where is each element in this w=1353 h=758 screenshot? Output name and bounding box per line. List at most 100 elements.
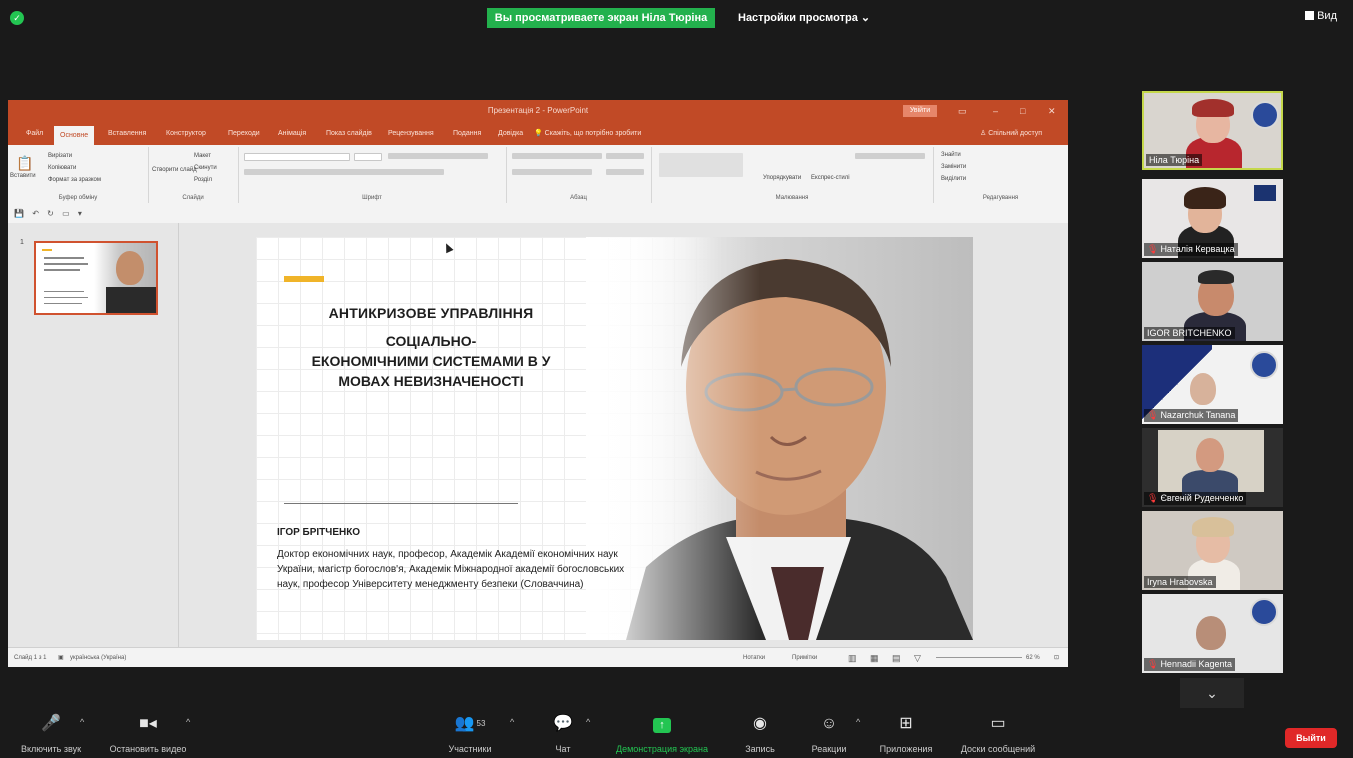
participant-name-text: Nazarchuk Tanana: [1160, 410, 1236, 420]
save-icon[interactable]: 💾: [14, 209, 24, 218]
slide-author-bio[interactable]: Доктор економічних наук, професор, Акаде…: [277, 547, 637, 592]
select-button[interactable]: Виділити: [941, 176, 966, 182]
tab-file[interactable]: Файл: [26, 122, 43, 145]
tab-animations[interactable]: Анімація: [278, 122, 306, 145]
new-slide-button[interactable]: Створити слайд: [152, 167, 197, 173]
maximize-icon[interactable]: □: [1020, 100, 1025, 122]
layout-button[interactable]: Макет: [194, 153, 211, 159]
share-button[interactable]: ♙ Спільний доступ: [980, 122, 1042, 145]
view-button[interactable]: Вид: [1305, 10, 1337, 22]
whiteboard-icon: ▭: [990, 715, 1006, 732]
slide-author-name[interactable]: ІГОР БРІТЧЕНКО: [277, 527, 360, 538]
quick-styles-button[interactable]: Експрес-стилі: [811, 175, 850, 181]
tab-insert[interactable]: Вставлення: [108, 122, 146, 145]
participant-tile[interactable]: Ніла Тюріна: [1142, 91, 1283, 170]
redo-icon[interactable]: ↻: [47, 209, 54, 218]
tab-design[interactable]: Конструктор: [166, 122, 206, 145]
undo-icon[interactable]: ↶: [32, 209, 39, 218]
tab-slideshow[interactable]: Показ слайдів: [326, 122, 372, 145]
caret-up-icon[interactable]: ^: [510, 717, 514, 727]
shape-fill-controls[interactable]: [855, 153, 925, 159]
format-painter-button[interactable]: Формат за зразком: [48, 177, 101, 183]
font-format-controls[interactable]: [244, 169, 444, 175]
text-direction-controls[interactable]: [606, 153, 644, 159]
zoom-slider[interactable]: [936, 657, 1022, 658]
comments-button[interactable]: Примітки: [792, 648, 817, 667]
paste-icon[interactable]: 📋: [16, 155, 33, 172]
align-text-controls[interactable]: [606, 169, 644, 175]
notes-button[interactable]: Нотатки: [743, 648, 765, 667]
participant-tile[interactable]: Iryna Hrabovska: [1142, 511, 1283, 590]
tab-review[interactable]: Рецензування: [388, 122, 434, 145]
slide-title-line[interactable]: СОЦІАЛЬНО-: [256, 333, 606, 349]
spellcheck-icon[interactable]: ▣: [58, 648, 64, 667]
section-button[interactable]: Розділ: [194, 177, 212, 183]
slideshow-icon[interactable]: ▽: [914, 648, 921, 667]
unmute-button[interactable]: 🎤 ^ Включить звук: [6, 712, 96, 758]
slide-sorter-icon[interactable]: ▦: [870, 648, 879, 667]
close-icon[interactable]: ✕: [1048, 100, 1056, 122]
minimize-icon[interactable]: –: [993, 100, 998, 122]
reactions-button[interactable]: ☺ ^ Реакции: [806, 712, 861, 758]
record-button[interactable]: ◉ Запись: [738, 712, 782, 758]
arrange-button[interactable]: Упорядкувати: [763, 175, 801, 181]
tab-help[interactable]: Довідка: [498, 122, 523, 145]
caret-up-icon[interactable]: ^: [186, 717, 190, 727]
font-size-controls[interactable]: [388, 153, 488, 159]
encryption-shield-icon[interactable]: ✓: [10, 11, 24, 25]
list-controls[interactable]: [512, 153, 602, 159]
university-logo-icon: [1251, 101, 1279, 129]
tab-home[interactable]: Основне: [54, 126, 95, 145]
alignment-controls[interactable]: [512, 169, 592, 175]
ribbon-options-icon[interactable]: ▭: [958, 100, 967, 122]
zoom-level[interactable]: 62 %: [1026, 648, 1040, 667]
share-screen-label: Демонстрация экрана: [616, 744, 708, 754]
reading-view-icon[interactable]: ▤: [892, 648, 901, 667]
tab-view[interactable]: Подання: [453, 122, 481, 145]
find-button[interactable]: Знайти: [941, 152, 961, 158]
university-logo-icon: [1250, 351, 1278, 379]
chevron-down-icon[interactable]: ⌄: [1180, 678, 1244, 708]
participant-hair: [1184, 187, 1226, 209]
leave-meeting-button[interactable]: Выйти: [1285, 728, 1337, 748]
share-screen-button[interactable]: ↑ Демонстрация экрана: [606, 712, 718, 758]
paste-button[interactable]: Вставити: [10, 173, 36, 179]
slide-title-line[interactable]: ЕКОНОМІЧНИМИ СИСТЕМАМИ В У: [256, 353, 606, 369]
replace-button[interactable]: Замінити: [941, 164, 966, 170]
participant-tile[interactable]: IGOR BRITCHENKO: [1142, 262, 1283, 341]
slide-title-line[interactable]: АНТИКРИЗОВЕ УПРАВЛІННЯ: [256, 305, 606, 321]
fit-to-window-icon[interactable]: ⊡: [1054, 648, 1059, 667]
apps-button[interactable]: ⊞ Приложения: [872, 712, 940, 758]
participant-tile[interactable]: 🎙 Наталія Кервацка: [1142, 179, 1283, 258]
tab-transitions[interactable]: Переходи: [228, 122, 260, 145]
share-screen-icon: ↑: [606, 712, 718, 736]
copy-button[interactable]: Копіювати: [48, 165, 76, 171]
font-size-select[interactable]: [354, 153, 382, 161]
caret-up-icon[interactable]: ^: [586, 717, 590, 727]
tell-me-search[interactable]: 💡 Скажіть, що потрібно зробити: [534, 122, 641, 145]
shapes-gallery[interactable]: [659, 153, 743, 177]
language-indicator[interactable]: українська (Україна): [70, 648, 126, 667]
font-family-select[interactable]: [244, 153, 350, 161]
presenter-icon[interactable]: ▭: [62, 209, 70, 218]
cut-button[interactable]: Вирізати: [48, 153, 72, 159]
sign-in-button[interactable]: Увійти: [903, 105, 937, 117]
reset-button[interactable]: Скинути: [194, 165, 217, 171]
chat-button[interactable]: 💬 ^ Чат: [548, 712, 590, 758]
participant-tile[interactable]: 🎙 Євгеній Руденченко: [1142, 428, 1283, 507]
caret-up-icon[interactable]: ^: [856, 717, 860, 727]
participants-button[interactable]: 👥 53 ^ Участники: [438, 712, 515, 758]
stop-video-button[interactable]: ■◂ ^ Остановить видео: [96, 712, 200, 758]
participant-face: [1196, 438, 1224, 472]
caret-up-icon[interactable]: ^: [80, 717, 84, 727]
view-options-menu[interactable]: Настройки просмотра ⌄: [738, 8, 870, 28]
customize-qat-icon[interactable]: ▾: [78, 209, 82, 218]
participant-tile[interactable]: 🎙 Nazarchuk Tanana: [1142, 345, 1283, 424]
slide-title-line[interactable]: МОВАХ НЕВИЗНАЧЕНОСТІ: [256, 373, 606, 389]
slide-canvas[interactable]: АНТИКРИЗОВЕ УПРАВЛІННЯ СОЦІАЛЬНО- ЕКОНОМ…: [256, 237, 973, 640]
participant-tile[interactable]: 🎙 Hennadii Kagenta: [1142, 594, 1283, 673]
normal-view-icon[interactable]: ▥: [848, 648, 857, 667]
whiteboards-button[interactable]: ▭ Доски сообщений: [950, 712, 1046, 758]
slide-thumbnail[interactable]: [34, 241, 158, 315]
thumbnail-accent: [42, 249, 52, 251]
